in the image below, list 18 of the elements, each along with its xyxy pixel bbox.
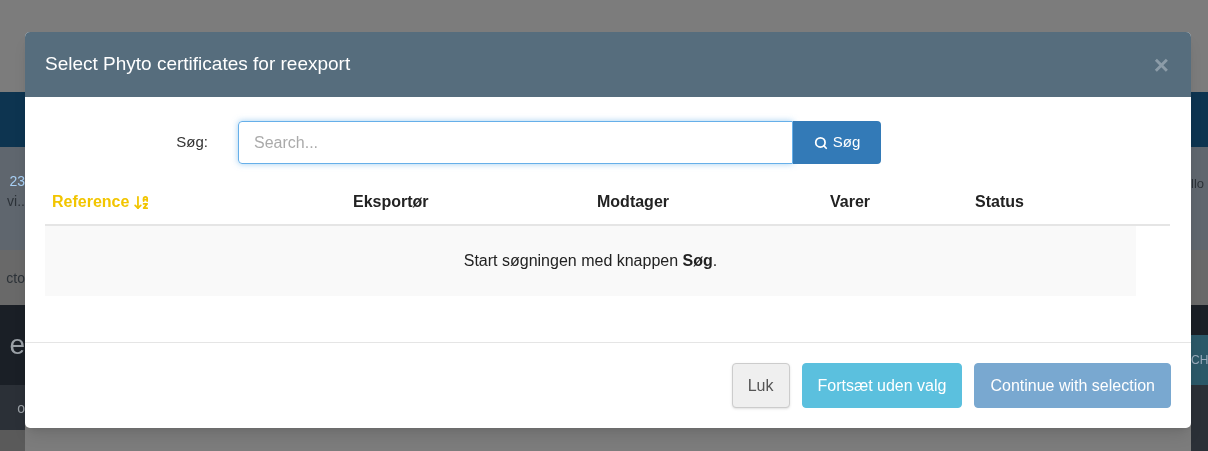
search-button[interactable]: Søg — [793, 121, 881, 164]
search-field[interactable]: Search... — [238, 121, 793, 164]
column-header[interactable]: Eksportør — [353, 190, 597, 214]
dialog-button[interactable]: Luk — [731, 363, 790, 408]
backdrop-band — [1191, 385, 1208, 451]
backdrop-text: 23 — [9, 174, 25, 188]
column-header[interactable]: Varer — [830, 190, 975, 214]
column-header[interactable]: Status — [975, 190, 1170, 214]
column-header[interactable]: Modtager — [597, 190, 830, 214]
backdrop-text: CH — [1191, 354, 1208, 366]
empty-message: Start søgningen med knappen Søg. — [463, 251, 718, 271]
search-label: Søg: — [175, 132, 208, 153]
backdrop-text: e — [9, 331, 25, 359]
backdrop-text: o — [17, 400, 25, 415]
dialog-title: Select Phyto certificates for reexport — [45, 52, 351, 77]
sort-icon — [133, 193, 151, 211]
backdrop-text: cto — [6, 270, 25, 285]
search-icon — [813, 135, 828, 150]
